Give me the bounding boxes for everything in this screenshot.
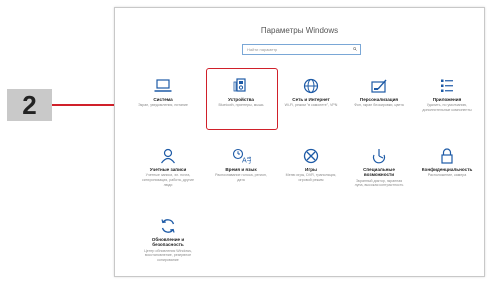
item-title: Обновление и безопасность (151, 237, 185, 248)
item-title: Система (153, 97, 173, 102)
item-title: Устройства (228, 97, 254, 102)
xbox-icon (303, 148, 319, 164)
settings-item-ease-of-access[interactable]: Специальные возможности Экранный диктор,… (351, 148, 407, 188)
settings-item-personalization[interactable]: Персонализация Фон, экран блокировки, цв… (351, 78, 407, 108)
item-subtitle: Экран, уведомления, питание (138, 103, 188, 108)
settings-item-system[interactable]: Система Экран, уведомления, питание (135, 78, 191, 108)
item-title: Время и язык (225, 167, 257, 172)
item-title: Игры (305, 167, 317, 172)
item-title: Персонализация (359, 97, 399, 102)
item-title: Сеть и Интернет (292, 97, 330, 102)
laptop-icon (154, 79, 172, 92)
item-subtitle: Wi-Fi, режим "в самолете", VPN (284, 103, 338, 108)
update-icon (161, 219, 175, 233)
apps-list-icon (441, 79, 453, 92)
item-title: Конфиденциальность (421, 167, 473, 172)
settings-item-update-security[interactable]: Обновление и безопасность Центр обновлен… (140, 218, 196, 263)
settings-item-devices[interactable]: Устройства Bluetooth, принтеры, мышь (213, 78, 269, 108)
item-title: Учетные записи (149, 167, 187, 172)
settings-item-privacy[interactable]: Конфиденциальность Расположение, камера (419, 148, 475, 178)
settings-window: Параметры Windows Найти параметр Система… (114, 7, 485, 277)
settings-item-network[interactable]: Сеть и Интернет Wi-Fi, режим "в самолете… (283, 78, 339, 108)
window-title: Параметры Windows (260, 26, 339, 35)
settings-item-time-language[interactable]: A字 Время и язык Распознавание голоса, ре… (213, 148, 269, 183)
globe-icon (303, 78, 319, 94)
item-subtitle: Удалить, по умолчанию, дополнительные ко… (422, 103, 472, 112)
settings-item-apps[interactable]: Приложения Удалить, по умолчанию, дополн… (419, 78, 475, 113)
lock-icon (441, 148, 453, 164)
item-subtitle: Центр обновления Windows, восстановление… (144, 248, 192, 262)
item-subtitle: Учетные записи, эл. почта, синхронизация… (142, 173, 194, 187)
person-icon (161, 148, 175, 164)
search-icon (353, 47, 357, 51)
item-subtitle: Расположение, камера (427, 173, 467, 178)
settings-item-gaming[interactable]: Игры Меню игры, DVR, трансляция, игровой… (283, 148, 339, 183)
search-placeholder: Найти параметр (247, 47, 278, 52)
item-subtitle: Экранный диктор, экранная лупа, высокая … (354, 178, 404, 188)
svg-text:A字: A字 (242, 156, 251, 165)
item-title: Специальные возможности (363, 167, 395, 178)
settings-item-accounts[interactable]: Учетные записи Учетные записи, эл. почта… (140, 148, 196, 187)
personalization-icon (371, 79, 387, 93)
item-subtitle: Фон, экран блокировки, цвета (354, 103, 404, 108)
ease-of-access-icon (372, 149, 386, 164)
time-language-icon: A字 (232, 148, 251, 165)
item-subtitle: Распознавание голоса, регион, дата (215, 173, 267, 182)
search-input[interactable]: Найти параметр (242, 44, 361, 55)
callout-number: 2 (7, 89, 52, 121)
item-title: Приложения (432, 97, 462, 102)
item-subtitle: Меню игры, DVR, трансляция, игровой режи… (285, 173, 337, 182)
devices-icon (233, 78, 246, 92)
item-subtitle: Bluetooth, принтеры, мышь (218, 103, 264, 108)
